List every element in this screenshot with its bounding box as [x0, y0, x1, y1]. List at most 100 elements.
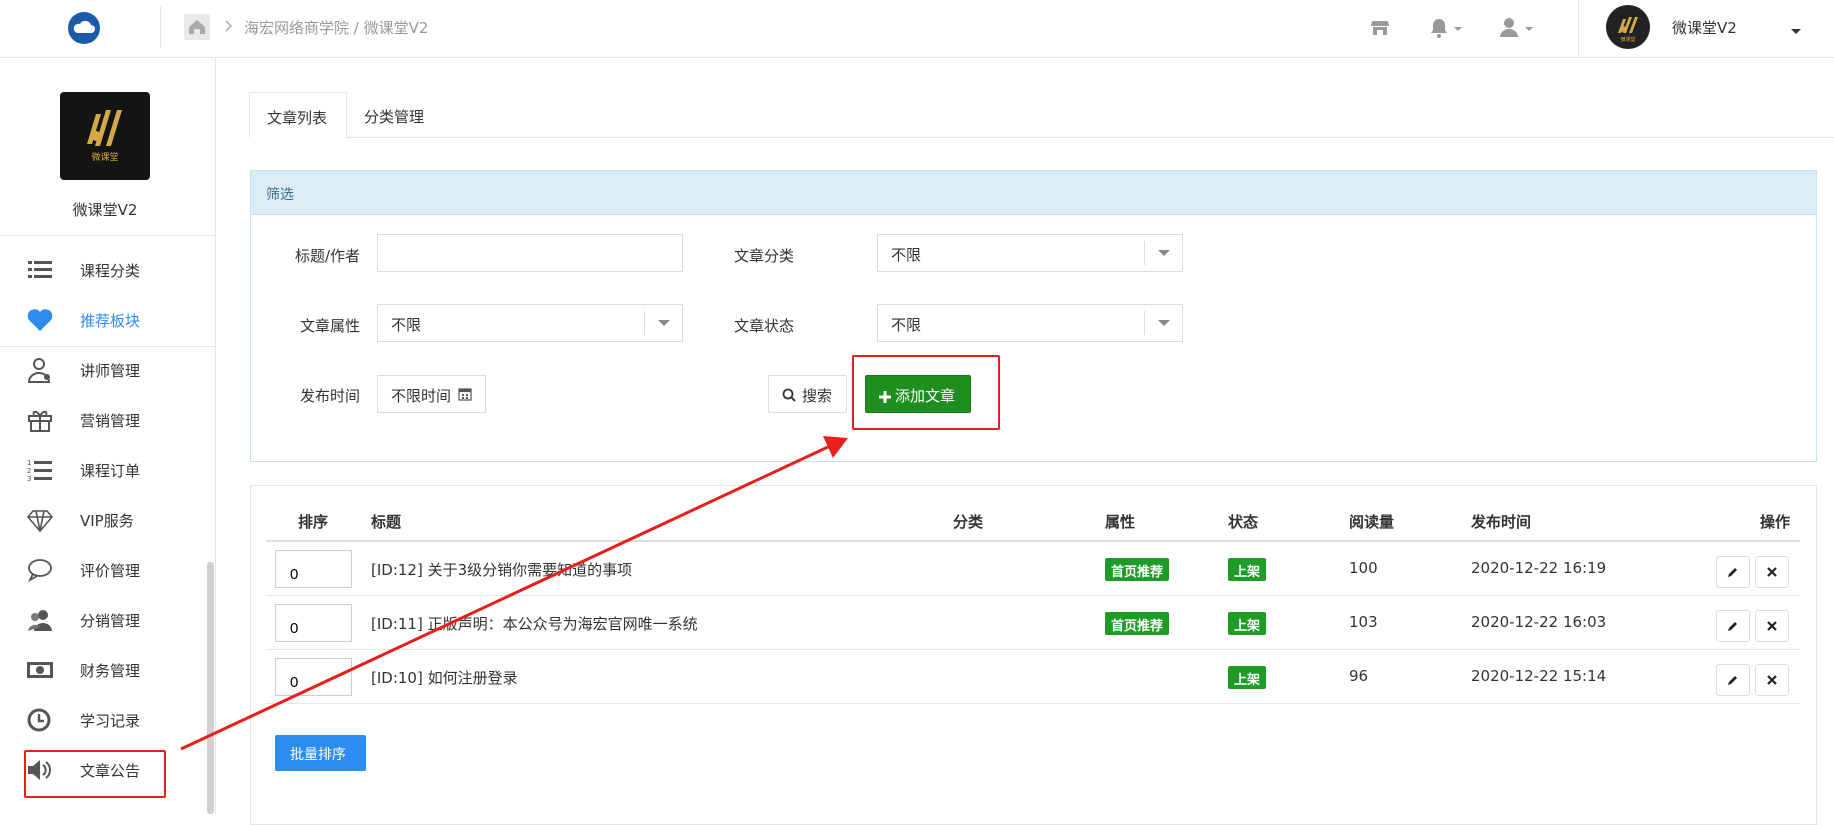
sidebar-item-10[interactable]: 学习记录	[0, 695, 215, 745]
breadcrumb[interactable]: 海宏网络商学院 / 微课堂V2	[244, 17, 428, 38]
cloud-logo-icon[interactable]	[68, 12, 100, 44]
table-row: [ID:11] 正版声明：本公众号为海宏官网唯一系统 首页推荐 上架 103 2020-…	[266, 596, 1800, 650]
users-icon	[26, 607, 54, 633]
attribute-select[interactable]: 不限	[377, 304, 683, 342]
svg-text:1: 1	[27, 459, 31, 467]
sidebar-item-2[interactable]: 推荐板块	[0, 295, 215, 345]
search-button[interactable]: 搜索	[768, 375, 847, 413]
heart-icon	[26, 307, 54, 333]
top-bar: 海宏网络商学院 / 微课堂V2 微课堂 微课堂V2	[0, 0, 1834, 58]
chevron-down-icon	[1144, 311, 1182, 335]
publish-time-value: 不限时间	[391, 387, 452, 405]
delete-button[interactable]	[1755, 664, 1789, 696]
attribute-badge: 首页推荐	[1105, 558, 1170, 581]
search-icon	[782, 388, 796, 406]
close-icon	[1767, 675, 1777, 685]
filter-panel-header: 筛选	[251, 171, 1816, 215]
delete-button[interactable]	[1755, 556, 1789, 588]
sidebar-item-label: VIP服务	[80, 512, 134, 530]
sidebar-logo-caption: 微课堂	[91, 153, 119, 163]
diamond-icon	[26, 507, 54, 533]
sidebar-item-9[interactable]: 财务管理	[0, 645, 215, 695]
sidebar-item-label: 课程订单	[80, 462, 141, 480]
table-row: [ID:12] 关于3级分销你需要知道的事项 首页推荐 上架 100 2020-12-2…	[266, 542, 1800, 596]
clock-icon	[26, 707, 54, 733]
account-dropdown-icon[interactable]	[1790, 22, 1802, 34]
tab-article-list-label: 文章列表	[267, 109, 328, 127]
sidebar-item-4[interactable]: 营销管理	[0, 395, 215, 445]
status-select[interactable]: 不限	[877, 304, 1183, 342]
sidebar-item-label: 评价管理	[80, 562, 141, 580]
sidebar-item-label: 推荐板块	[80, 312, 141, 330]
teacher-icon	[26, 357, 54, 383]
col-status: 状态	[1228, 513, 1259, 531]
svg-text:2: 2	[27, 467, 31, 475]
pencil-icon	[1728, 676, 1737, 685]
publish-time-label: 发布时间	[299, 387, 360, 405]
edit-button[interactable]	[1716, 556, 1750, 588]
attribute-badge: 首页推荐	[1105, 612, 1170, 635]
status-badge: 上架	[1228, 558, 1267, 581]
sidebar-item-7[interactable]: 评价管理	[0, 545, 215, 595]
article-publish-time: 2020-12-22 16:03	[1471, 613, 1607, 631]
article-reads: 100	[1349, 559, 1378, 577]
delete-button[interactable]	[1755, 610, 1789, 642]
publish-time-picker[interactable]: 不限时间	[377, 375, 486, 413]
home-icon[interactable]	[184, 14, 210, 40]
category-label: 文章分类	[733, 247, 794, 265]
category-select[interactable]: 不限	[877, 234, 1183, 272]
filter-title: 筛选	[266, 187, 294, 203]
article-reads: 96	[1349, 667, 1369, 685]
article-title[interactable]: [ID:12] 关于3级分销你需要知道的事项	[371, 559, 632, 580]
account-avatar[interactable]: 微课堂	[1606, 5, 1650, 49]
sidebar-item-label: 讲师管理	[80, 362, 141, 380]
gift-icon	[26, 407, 54, 433]
batch-sort-button[interactable]: 批量排序	[275, 735, 366, 771]
sidebar-item-6[interactable]: VIP服务	[0, 495, 215, 545]
article-reads: 103	[1349, 613, 1378, 631]
tab-category-manage[interactable]: 分类管理	[347, 92, 447, 138]
pencil-icon	[1728, 622, 1737, 631]
edit-button[interactable]	[1716, 664, 1750, 696]
article-title[interactable]: [ID:11] 正版声明：本公众号为海宏官网唯一系统	[371, 613, 698, 634]
status-select-value: 不限	[891, 316, 922, 334]
user-menu-icon[interactable]	[1500, 17, 1536, 39]
close-icon	[1767, 567, 1777, 577]
attribute-select-value: 不限	[391, 316, 422, 334]
title-author-label: 标题/作者	[294, 247, 360, 265]
sidebar-item-3[interactable]: 讲师管理	[0, 345, 215, 395]
sort-input[interactable]	[275, 604, 352, 642]
sidebar-item-label: 学习记录	[80, 712, 141, 730]
chevron-down-icon	[1144, 241, 1182, 265]
edit-button[interactable]	[1716, 610, 1750, 642]
bell-icon[interactable]	[1430, 17, 1466, 39]
list-icon	[26, 257, 54, 283]
article-title[interactable]: [ID:10] 如何注册登录	[371, 667, 518, 688]
store-icon[interactable]	[1370, 18, 1390, 38]
col-category: 分类	[953, 513, 984, 531]
sidebar-item-label: 分销管理	[80, 612, 141, 630]
pencil-icon	[1728, 568, 1737, 577]
money-icon	[26, 657, 54, 683]
article-publish-time: 2020-12-22 15:14	[1471, 667, 1607, 685]
svg-text:3: 3	[27, 475, 31, 483]
col-title: 标题	[371, 513, 402, 531]
sidebar-item-1[interactable]: 课程分类	[0, 245, 215, 295]
status-badge: 上架	[1228, 612, 1267, 635]
avatar-logo-text: 微课堂	[1620, 37, 1636, 43]
comment-icon	[26, 557, 54, 583]
sort-input[interactable]	[275, 658, 352, 696]
sort-input[interactable]	[275, 550, 352, 588]
annotation-box-add	[852, 355, 1000, 430]
tab-article-list[interactable]: 文章列表	[249, 92, 347, 138]
annotation-box-nav	[24, 750, 166, 798]
title-author-input[interactable]	[377, 234, 683, 272]
breadcrumb-separator-icon	[224, 19, 234, 33]
account-name[interactable]: 微课堂V2	[1672, 17, 1737, 38]
sidebar-item-8[interactable]: 分销管理	[0, 595, 215, 645]
calendar-icon	[458, 387, 472, 405]
batch-sort-button-label: 批量排序	[290, 747, 346, 763]
topbar-divider	[160, 6, 161, 48]
sidebar-item-5[interactable]: 1 2 3 课程订单	[0, 445, 215, 495]
category-select-value: 不限	[891, 246, 922, 264]
